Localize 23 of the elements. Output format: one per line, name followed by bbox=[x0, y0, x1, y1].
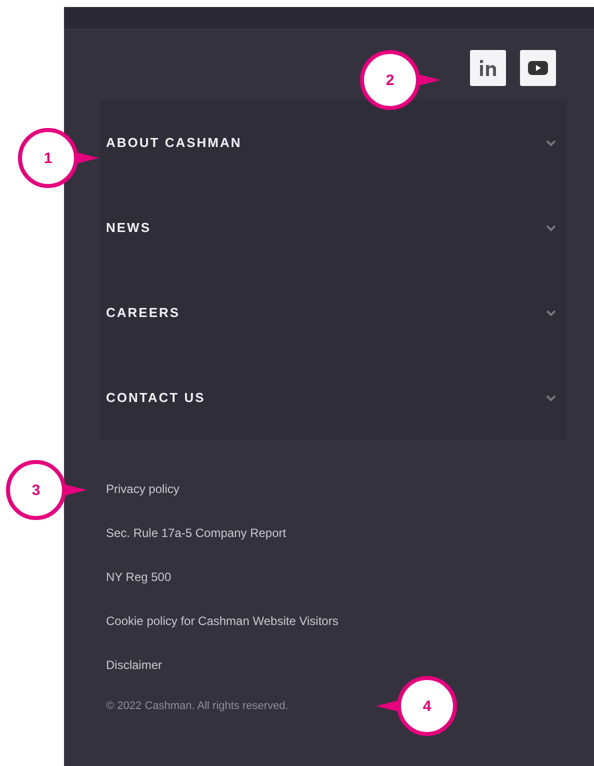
social-link[interactable] bbox=[520, 50, 556, 86]
copyright-text: © 2022 Cashman. All rights reserved. bbox=[106, 700, 288, 712]
callout-number: 1 bbox=[18, 128, 78, 188]
video-play-icon bbox=[527, 60, 549, 76]
footer-link[interactable]: Cookie policy for Cashman Website Visitors bbox=[106, 610, 338, 632]
footer-link[interactable]: NY Reg 500 bbox=[106, 566, 172, 588]
chevron-down-icon bbox=[546, 224, 556, 232]
footer-link[interactable]: Privacy policy bbox=[106, 478, 180, 500]
callout-pointer-icon bbox=[63, 482, 87, 498]
callout-pointer-icon bbox=[376, 698, 400, 714]
callout-pointer-icon bbox=[75, 150, 99, 166]
menu-item[interactable]: NEWS bbox=[100, 185, 566, 270]
linkedin-icon bbox=[478, 58, 498, 78]
footer-link[interactable]: Sec. Rule 17a-5 Company Report bbox=[106, 522, 286, 544]
chevron-down-icon bbox=[546, 138, 556, 146]
social-link[interactable] bbox=[470, 50, 506, 86]
chevron-down-icon bbox=[546, 308, 556, 316]
footer-link[interactable]: Disclaimer bbox=[106, 654, 162, 676]
menu-item[interactable]: CONTACT US bbox=[100, 355, 566, 440]
chevron-down-icon bbox=[546, 394, 556, 402]
callout-pointer-icon bbox=[417, 72, 441, 88]
menu-item[interactable]: CAREERS bbox=[100, 270, 566, 355]
callout-number: 3 bbox=[6, 460, 66, 520]
